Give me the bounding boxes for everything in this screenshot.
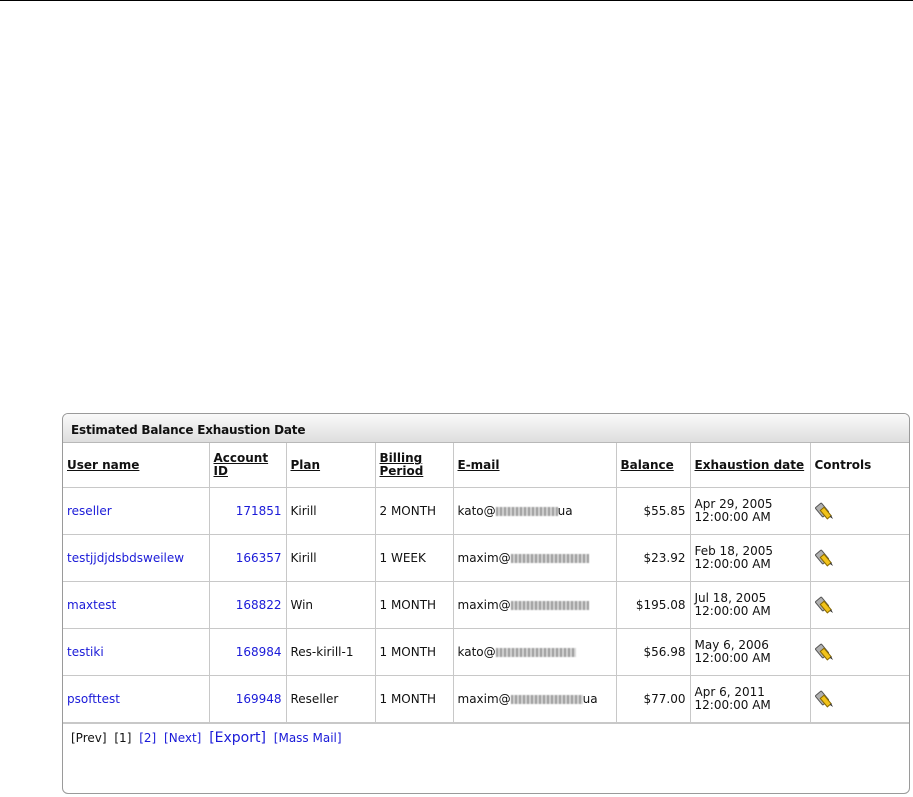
exhaustion-time: 12:00:00 AM — [694, 698, 771, 712]
top-divider — [0, 0, 913, 1]
email-user: kato@ — [457, 645, 496, 659]
balance-exhaustion-panel: Estimated Balance Exhaustion Date User n… — [62, 413, 910, 794]
exhaustion-date: Feb 18, 2005 — [694, 544, 774, 558]
controls-cell — [809, 628, 909, 676]
plan-cell: Kirill — [285, 487, 376, 535]
exhaustion-date-cell: Feb 18, 2005 12:00:00 AM — [689, 534, 811, 582]
email-cell: kato@ ua — [452, 487, 617, 535]
plan-cell: Res-kirill-1 — [285, 628, 376, 676]
email-tld: ua — [557, 504, 573, 518]
column-header-balance[interactable]: Balance — [615, 443, 691, 488]
controls-cell — [809, 487, 909, 535]
billing-period-cell: 1 MONTH — [374, 675, 454, 723]
panel-title: Estimated Balance Exhaustion Date — [63, 414, 909, 443]
column-header-exhaustion-date[interactable]: Exhaustion date — [689, 443, 811, 488]
balance-cell: $23.92 — [615, 534, 691, 582]
email-redacted — [495, 507, 558, 516]
table-row: testjjdjdsbdsweilew 166357 Kirill 1 WEEK… — [63, 534, 909, 582]
user-name-link[interactable]: reseller — [67, 504, 112, 518]
pager-current-page: [1] — [114, 731, 132, 745]
exhaustion-time: 12:00:00 AM — [694, 557, 771, 571]
user-name-link[interactable]: maxtest — [67, 598, 116, 612]
email-user: maxim@ — [457, 692, 511, 706]
plan-cell: Kirill — [285, 534, 376, 582]
accounts-table: User name Account ID Plan Billing Period… — [63, 443, 909, 723]
exhaustion-time: 12:00:00 AM — [694, 510, 771, 524]
pager-page-2-link[interactable]: [2] — [139, 731, 156, 745]
table-row: reseller 171851 Kirill 2 MONTH kato@ ua $… — [63, 487, 909, 535]
exhaustion-time: 12:00:00 AM — [694, 651, 771, 665]
exhaustion-date-cell: Apr 29, 2005 12:00:00 AM — [689, 487, 811, 535]
table-row: testiki 168984 Res-kirill-1 1 MONTH kato… — [63, 628, 909, 676]
exhaustion-date: Apr 6, 2011 — [694, 685, 765, 699]
edit-icon[interactable] — [814, 641, 835, 661]
pagination: [Prev] [1] [2] [Next] [Export] [Mass Mai… — [63, 723, 909, 751]
email-redacted — [510, 601, 589, 610]
email-redacted — [510, 695, 583, 704]
exhaustion-date-cell: May 6, 2006 12:00:00 AM — [689, 628, 811, 676]
balance-cell: $56.98 — [615, 628, 691, 676]
edit-icon[interactable] — [814, 547, 835, 567]
pager-prev: [Prev] — [71, 731, 107, 745]
exhaustion-date-cell: Jul 18, 2005 12:00:00 AM — [689, 581, 811, 629]
email-redacted — [495, 648, 576, 657]
balance-cell: $77.00 — [615, 675, 691, 723]
mass-mail-link[interactable]: [Mass Mail] — [274, 731, 342, 745]
account-id-link[interactable]: 168822 — [236, 598, 282, 612]
pager-next-link[interactable]: [Next] — [164, 731, 201, 745]
email-tld: ua — [582, 692, 598, 706]
edit-icon[interactable] — [814, 688, 835, 708]
email-cell: maxim@ — [452, 534, 617, 582]
email-user: maxim@ — [457, 598, 511, 612]
email-redacted — [510, 554, 589, 563]
column-header-controls: Controls — [809, 443, 909, 488]
table-row: maxtest 168822 Win 1 MONTH maxim@ $195.0… — [63, 581, 909, 629]
export-link[interactable]: [Export] — [209, 730, 266, 746]
billing-period-cell: 1 MONTH — [374, 581, 454, 629]
email-user: kato@ — [457, 504, 496, 518]
plan-cell: Reseller — [285, 675, 376, 723]
table-row: psofttest 169948 Reseller 1 MONTH maxim@… — [63, 675, 909, 723]
column-header-plan[interactable]: Plan — [285, 443, 376, 488]
user-name-link[interactable]: testiki — [67, 645, 104, 659]
balance-cell: $55.85 — [615, 487, 691, 535]
controls-cell — [809, 675, 909, 723]
exhaustion-date: Jul 18, 2005 — [694, 591, 767, 605]
column-header-email[interactable]: E-mail — [452, 443, 617, 488]
column-header-account-id[interactable]: Account ID — [208, 443, 287, 488]
table-header-row: User name Account ID Plan Billing Period… — [63, 443, 909, 488]
account-id-link[interactable]: 168984 — [236, 645, 282, 659]
controls-cell — [809, 581, 909, 629]
email-cell: maxim@ ua — [452, 675, 617, 723]
edit-icon[interactable] — [814, 500, 835, 520]
controls-cell — [809, 534, 909, 582]
exhaustion-time: 12:00:00 AM — [694, 604, 771, 618]
account-id-link[interactable]: 171851 — [236, 504, 282, 518]
email-cell: maxim@ — [452, 581, 617, 629]
billing-period-cell: 1 WEEK — [374, 534, 454, 582]
exhaustion-date-cell: Apr 6, 2011 12:00:00 AM — [689, 675, 811, 723]
column-header-user-name[interactable]: User name — [63, 443, 210, 488]
edit-icon[interactable] — [814, 594, 835, 614]
billing-period-cell: 1 MONTH — [374, 628, 454, 676]
user-name-link[interactable]: psofttest — [67, 692, 120, 706]
account-id-link[interactable]: 169948 — [236, 692, 282, 706]
column-header-billing-period[interactable]: Billing Period — [374, 443, 454, 488]
user-name-link[interactable]: testjjdjdsbdsweilew — [67, 551, 184, 565]
email-cell: kato@ — [452, 628, 617, 676]
billing-period-cell: 2 MONTH — [374, 487, 454, 535]
email-user: maxim@ — [457, 551, 511, 565]
plan-cell: Win — [285, 581, 376, 629]
exhaustion-date: May 6, 2006 — [694, 638, 769, 652]
account-id-link[interactable]: 166357 — [236, 551, 282, 565]
exhaustion-date: Apr 29, 2005 — [694, 497, 773, 511]
balance-cell: $195.08 — [615, 581, 691, 629]
